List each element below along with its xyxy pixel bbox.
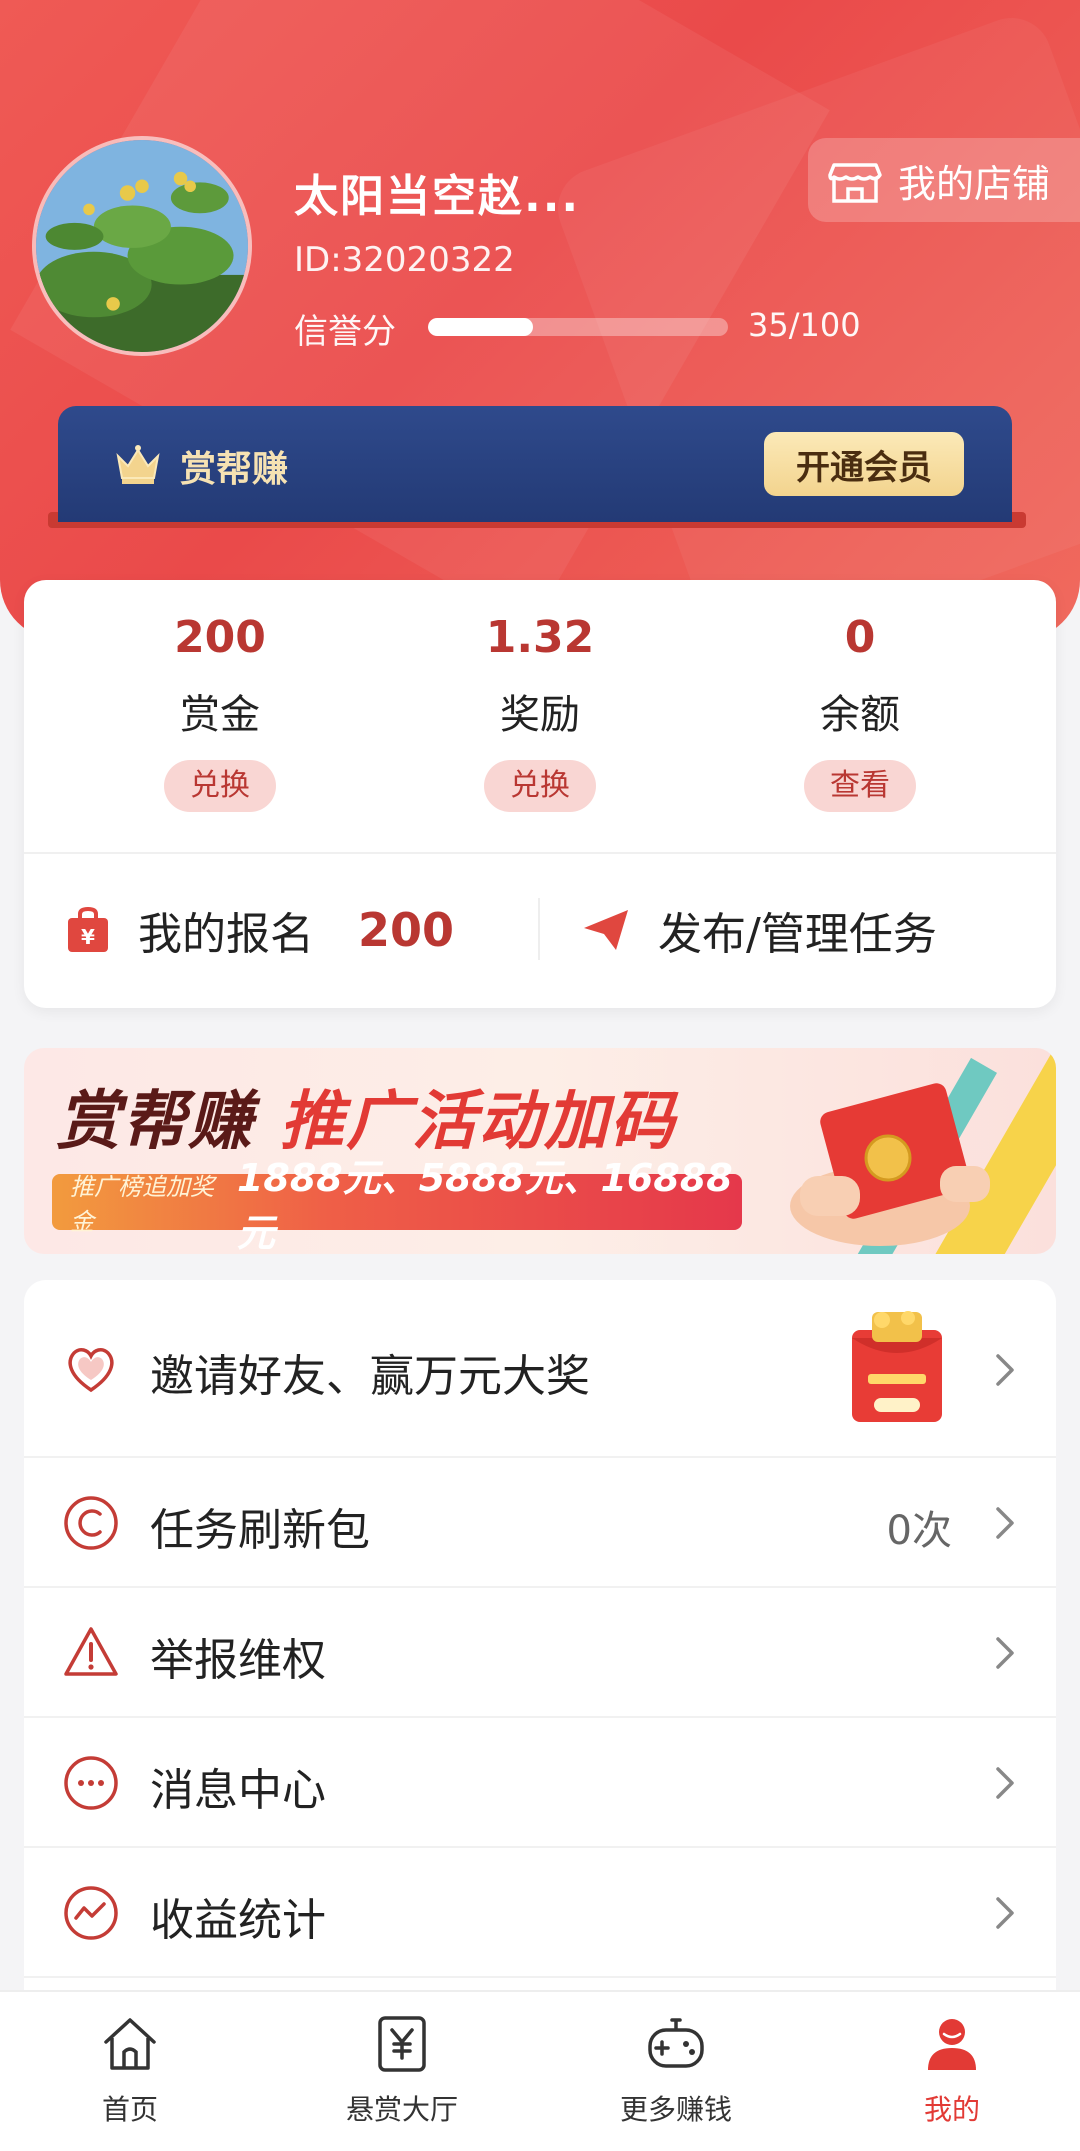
nav-label: 我的	[923, 2093, 980, 2126]
nav-bounty-hall[interactable]: 悬赏大厅	[282, 2012, 522, 2128]
stat-bounty: 200 赏金 兑换	[110, 610, 330, 812]
menu-item-task-refresh-pack[interactable]: 任务刷新包 0次	[24, 1458, 1056, 1588]
open-membership-button[interactable]: 开通会员	[764, 432, 964, 496]
chevron-right-icon	[996, 1767, 1014, 1799]
chart-icon	[64, 1886, 118, 1940]
heart-icon	[68, 1347, 114, 1393]
menu-list: 邀请好友、赢万元大奖 任务刷新包 0次 举报维权 消息中心 收益统计	[24, 1280, 1056, 2000]
chevron-right-icon	[996, 1354, 1014, 1386]
message-icon	[64, 1756, 118, 1810]
store-icon	[828, 163, 882, 203]
username: 太阳当空赵...	[294, 171, 581, 222]
menu-label: 举报维权	[150, 1635, 326, 1686]
user-id: ID:32020322	[294, 240, 515, 280]
nav-mine[interactable]: 我的	[832, 2012, 1072, 2128]
bottom-navigation: 首页 悬赏大厅 更多赚钱 我的	[0, 1990, 1080, 2151]
shopping-bag-icon: ¥	[68, 906, 108, 952]
crown-icon	[116, 445, 160, 484]
svg-text:¥: ¥	[81, 925, 95, 949]
promo-title-brand: 赏帮赚	[56, 1085, 254, 1159]
menu-item-report-rights[interactable]: 举报维权	[24, 1588, 1056, 1718]
promo-sub-amounts: 1888元、5888元、16888元	[236, 1156, 733, 1254]
menu-label: 收益统计	[150, 1895, 326, 1946]
menu-label: 邀请好友、赢万元大奖	[150, 1351, 590, 1402]
refresh-pack-count: 0次	[886, 1508, 952, 1554]
paper-plane-icon	[584, 910, 628, 950]
vip-banner: 赏帮赚 开通会员	[58, 406, 1012, 522]
stat-label: 奖励	[500, 692, 580, 738]
credit-progress-fill	[428, 318, 533, 336]
nav-home[interactable]: 首页	[10, 2012, 250, 2128]
nav-more-earn[interactable]: 更多赚钱	[556, 2012, 796, 2128]
stat-value: 1.32	[485, 612, 595, 663]
exchange-bounty-button[interactable]: 兑换	[164, 760, 276, 812]
home-icon	[104, 2018, 156, 2070]
my-signup-button[interactable]: ¥ 我的报名 200	[64, 880, 454, 980]
stat-value: 0	[844, 612, 876, 663]
publish-manage-tasks-button[interactable]: 发布/管理任务	[580, 880, 937, 980]
publish-manage-tasks-label: 发布/管理任务	[658, 909, 937, 960]
menu-item-invite-friends[interactable]: 邀请好友、赢万元大奖	[24, 1280, 1056, 1458]
my-signup-count: 200	[358, 903, 455, 957]
menu-item-earnings-stats[interactable]: 收益统计	[24, 1848, 1056, 1978]
nav-label: 首页	[101, 2093, 158, 2126]
exchange-reward-button[interactable]: 兑换	[484, 760, 596, 812]
avatar[interactable]	[32, 136, 252, 356]
nav-label: 更多赚钱	[619, 2093, 732, 2126]
divider	[538, 898, 540, 960]
credit-label: 信誉分	[294, 312, 396, 352]
credit-progress-bar	[428, 318, 728, 336]
my-signup-label: 我的报名	[138, 909, 314, 960]
nav-label: 悬赏大厅	[345, 2093, 458, 2126]
stat-label: 赏金	[180, 692, 260, 738]
promo-subtitle-bar: 推广榜追加奖金 1888元、5888元、16888元	[52, 1156, 742, 1254]
chevron-right-icon	[996, 1507, 1014, 1539]
refresh-icon	[64, 1496, 118, 1550]
red-envelope-hand-icon	[790, 1083, 990, 1246]
vip-name: 赏帮赚	[180, 449, 289, 490]
chevron-right-icon	[996, 1897, 1014, 1929]
stat-balance: 0 余额 查看	[750, 610, 970, 812]
divider	[24, 852, 1056, 854]
chevron-right-icon	[996, 1637, 1014, 1669]
stat-value: 200	[174, 612, 266, 663]
view-balance-button[interactable]: 查看	[804, 760, 916, 812]
my-store-button[interactable]: 我的店铺	[808, 138, 1080, 222]
menu-label: 任务刷新包	[150, 1505, 370, 1556]
my-store-label: 我的店铺	[898, 161, 1051, 206]
avatar-image	[36, 140, 248, 352]
credit-value: 35/100	[748, 306, 861, 344]
stat-label: 余额	[820, 692, 900, 738]
gamepad-icon	[648, 2018, 704, 2068]
stat-reward: 1.32 奖励 兑换	[430, 610, 650, 812]
profile-header: 太阳当空赵... ID:32020322 信誉分 35/100 我的店铺 赏帮赚…	[0, 0, 1080, 640]
promo-sub-prefix: 推广榜追加奖金	[70, 1173, 214, 1236]
red-packet-gift-icon	[852, 1311, 942, 1422]
user-icon	[928, 2019, 976, 2070]
menu-item-message-center[interactable]: 消息中心	[24, 1718, 1056, 1848]
stats-card: 200 赏金 兑换 1.32 奖励 兑换 0 余额 查看 ¥ 我的报名 200 …	[24, 580, 1056, 1008]
menu-label: 消息中心	[150, 1765, 326, 1816]
yuan-icon	[378, 2016, 426, 2072]
promo-banner[interactable]: 赏帮赚 推广活动加码 推广榜追加奖金 1888元、5888元、16888元	[24, 1048, 1056, 1254]
warning-icon	[64, 1627, 118, 1676]
